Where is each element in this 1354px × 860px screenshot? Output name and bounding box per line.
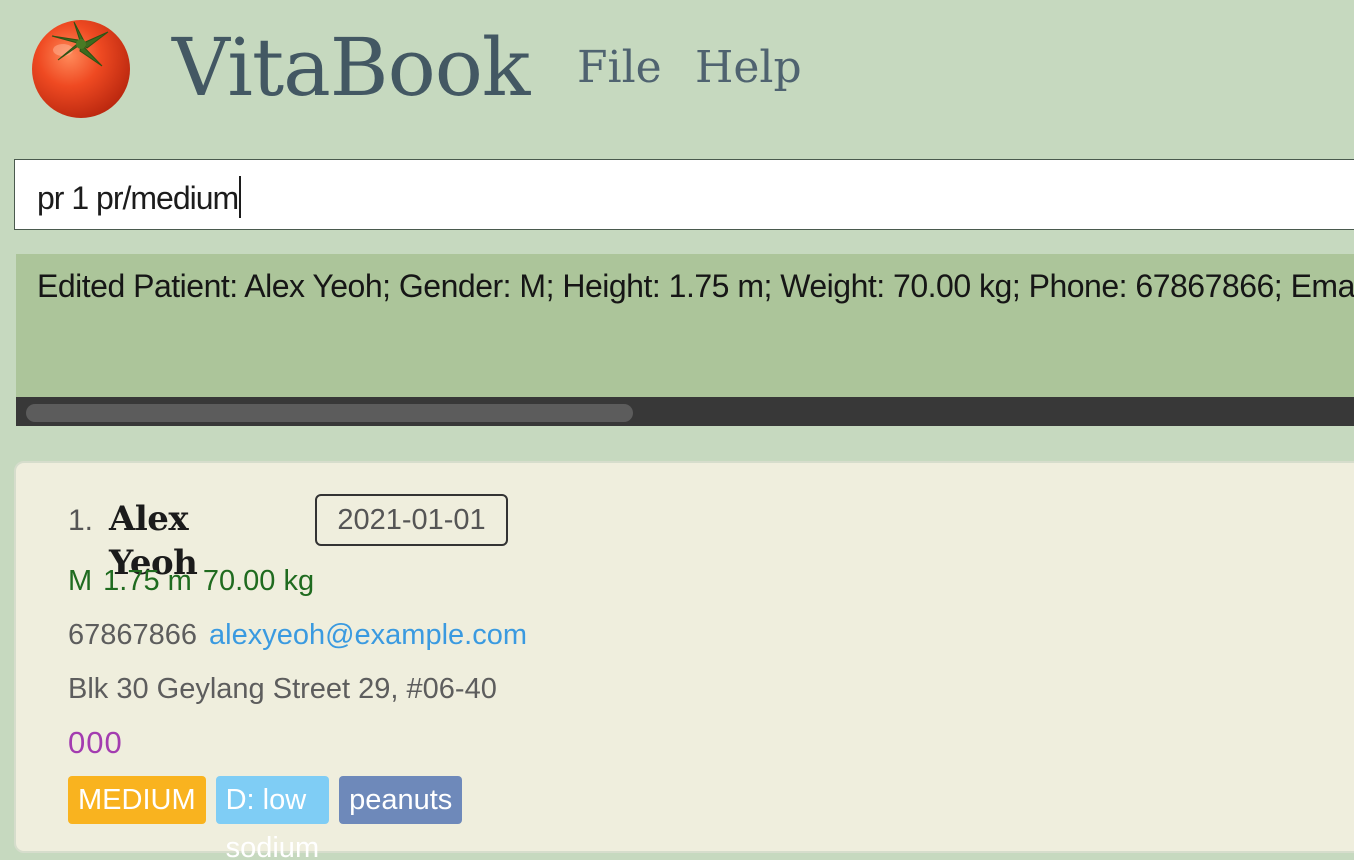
header: VitaBook File Help xyxy=(0,0,1354,140)
menu-file[interactable]: File xyxy=(577,36,662,100)
tomato-icon xyxy=(32,20,130,118)
patient-weight: 70.00 kg xyxy=(202,565,315,597)
scrollbar-thumb[interactable] xyxy=(26,404,633,422)
allergy-tag: peanuts xyxy=(339,776,463,824)
patient-phone: 67867866 xyxy=(68,619,198,651)
patient-address: Blk 30 Geylang Street 29, #06-40 xyxy=(68,673,497,705)
result-horizontal-scrollbar[interactable] xyxy=(16,397,1354,426)
patient-index: 1. xyxy=(68,504,94,537)
text-caret xyxy=(239,176,242,218)
vitabook-window: VitaBook File Help pr 1 pr/medium Edited… xyxy=(0,0,1354,860)
patient-vitals: M 1.75 m 70.00 kg xyxy=(68,563,325,599)
result-message: Edited Patient: Alex Yeoh; Gender: M; He… xyxy=(37,268,1354,304)
patient-email[interactable]: alexyeoh@example.com xyxy=(209,619,527,651)
patient-remark: 000 xyxy=(68,725,123,760)
app-title: VitaBook xyxy=(172,21,530,114)
patient-tags: MEDIUM D: low sodium peanuts xyxy=(68,776,463,860)
command-input[interactable]: pr 1 pr/medium xyxy=(14,159,1354,230)
diet-tag: D: low sodium xyxy=(215,776,330,860)
patient-contact: 67867866 alexyeoh@example.com xyxy=(68,617,527,653)
command-value: pr 1 pr/medium xyxy=(37,180,239,216)
menu-help[interactable]: Help xyxy=(695,36,802,100)
patient-card[interactable]: 1. Alex Yeoh 2021-01-01 M 1.75 m 70.00 kg … xyxy=(14,461,1354,860)
patient-gender: M xyxy=(68,565,93,597)
patient-height: 1.75 m xyxy=(103,565,192,597)
priority-tag: MEDIUM xyxy=(68,776,206,824)
appointment-date-badge: 2021-01-01 xyxy=(315,494,508,546)
result-display: Edited Patient: Alex Yeoh; Gender: M; He… xyxy=(16,254,1354,397)
command-text: pr 1 pr/medium xyxy=(37,176,242,218)
